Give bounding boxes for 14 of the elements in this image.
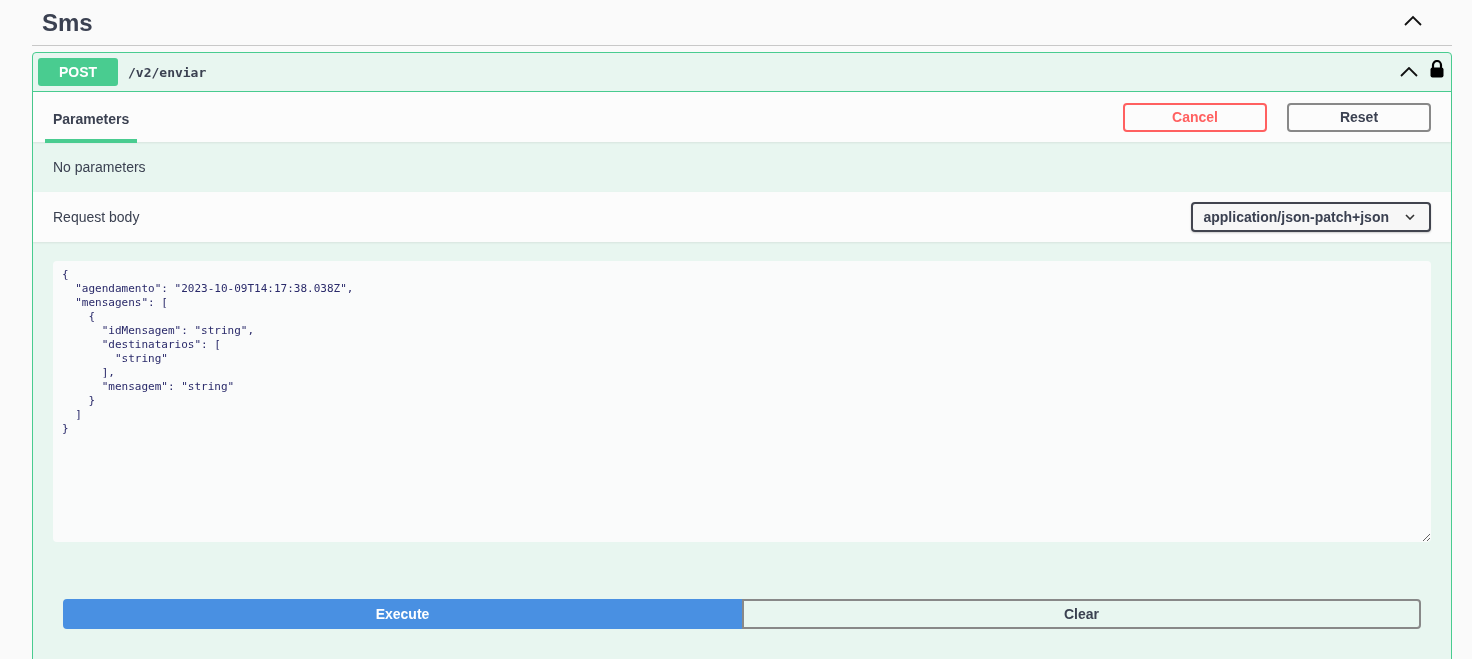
- caret-icon: [1405, 214, 1415, 220]
- reset-button[interactable]: Reset: [1287, 102, 1431, 132]
- parameters-tab[interactable]: Parameters: [45, 95, 138, 143]
- request-body-label: Request body: [53, 209, 140, 225]
- clear-button[interactable]: Clear: [742, 599, 1421, 629]
- endpoint-path[interactable]: /v2/enviar: [128, 64, 1400, 80]
- no-parameters-text: No parameters: [53, 159, 146, 175]
- chevron-icon[interactable]: [1403, 14, 1423, 27]
- method-badge: POST: [38, 58, 118, 86]
- section-title: Sms: [42, 8, 93, 37]
- content-type-select[interactable]: application/json-patch+json: [1191, 202, 1431, 232]
- lock-icon[interactable]: [1430, 60, 1444, 78]
- request-body-field[interactable]: { "agendamento": "2023-10-09T14:17:38.038Z", "mensagens": [ { "idMensagem": "string", "destinatarios": [ "string" ], "mensagem": "string" } ] }: [53, 261, 1431, 542]
- chevron-icon[interactable]: [1400, 67, 1418, 77]
